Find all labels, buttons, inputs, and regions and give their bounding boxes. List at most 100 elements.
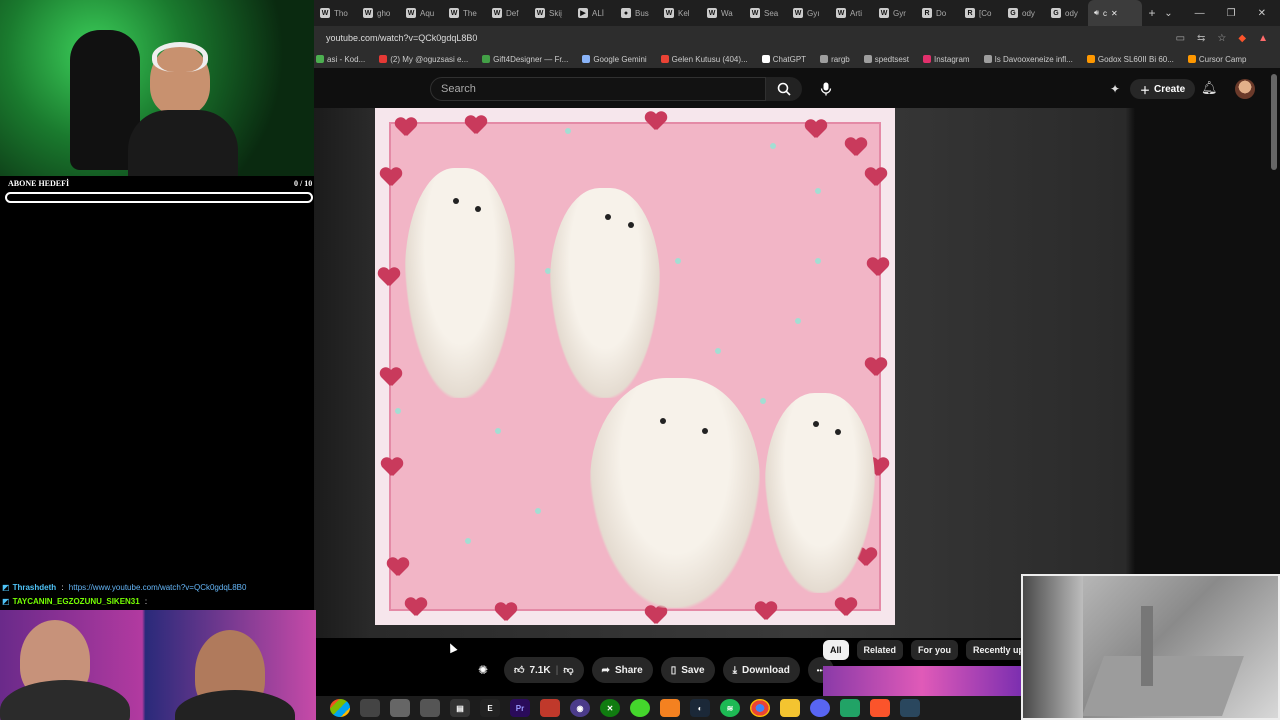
bookmark-icon: ▯ (670, 664, 677, 676)
video-actions: ✺ 👍︎ 7.1K | 👎︎ ➦ Share ▯ Save ⤓ Download ••… (470, 657, 834, 683)
browser-tab[interactable]: W Gyı (787, 0, 830, 26)
spotify-icon[interactable]: ≋ (720, 699, 740, 717)
account-avatar[interactable] (1235, 79, 1255, 99)
browser-tab[interactable]: W Tho (314, 0, 357, 26)
browser-tab-active[interactable]: 🔊︎ c ✕ (1088, 0, 1142, 26)
tab-favicon-icon: W (664, 8, 674, 18)
tab-search-icon[interactable]: ⌄ (1164, 8, 1172, 19)
url-text[interactable]: youtube.com/watch?v=QCk0gdqL8B0 (326, 33, 1176, 43)
browser-tab[interactable]: Gody (1045, 0, 1088, 26)
filter-chip[interactable]: Related (856, 640, 904, 660)
bookmark-item[interactable]: spedtsest (863, 55, 909, 64)
bookmark-item[interactable]: Is Davooxeneize infl... (983, 55, 1073, 64)
bookmark-item[interactable]: rargb (820, 55, 850, 64)
browser-tab[interactable]: Gody (1002, 0, 1045, 26)
tab-favicon-icon: R (922, 8, 932, 18)
create-button[interactable]: ＋ Create (1130, 79, 1196, 99)
calendar-icon[interactable] (360, 699, 380, 717)
clapper-icon[interactable]: ▤ (450, 699, 470, 717)
share-button[interactable]: ➦ Share (591, 657, 653, 683)
browser-tab[interactable]: Wgho (357, 0, 400, 26)
bookmark-item[interactable]: Instagram (923, 55, 970, 64)
restore-icon[interactable]: ❐ (1227, 8, 1236, 19)
close-window-icon[interactable]: ✕ (1258, 8, 1266, 19)
steam-icon[interactable]: ◐ (690, 699, 710, 717)
bookmark-item[interactable]: Cursor Camp (1187, 55, 1246, 64)
download-button[interactable]: ⤓ Download (722, 657, 800, 683)
like-button[interactable]: 👍︎ 7.1K | 👎︎ (504, 657, 584, 683)
chat-text[interactable]: https://www.youtube.com/watch?v=QCk0gdqL… (69, 583, 247, 592)
bookmark-item[interactable]: ChatGPT (761, 55, 806, 64)
star-icon[interactable]: ☆ (1217, 33, 1226, 44)
bookmark-item[interactable]: Gift4Designer — Fr... (482, 55, 568, 64)
cloud-icon[interactable] (660, 699, 680, 717)
filter-chip[interactable]: For you (911, 640, 959, 660)
keyboard-icon[interactable] (420, 699, 440, 717)
epic-games-icon[interactable]: E (480, 699, 500, 717)
like-count: 7.1K (529, 664, 551, 676)
subscriber-goal-count: 0 / 10 (294, 179, 313, 188)
bookmark-item[interactable]: Godox SL60II Bi 60... (1086, 54, 1174, 64)
razer-icon[interactable] (630, 699, 650, 717)
search-button[interactable] (766, 77, 802, 101)
new-tab-button[interactable]: + (1142, 6, 1162, 20)
files-icon[interactable] (390, 699, 410, 717)
browser-tab[interactable]: R Do (916, 0, 959, 26)
browser-tab[interactable]: W Kel (658, 0, 701, 26)
heart-icon (835, 598, 857, 618)
cast-icon[interactable]: ✦ (1110, 82, 1120, 96)
folder-icon[interactable] (780, 699, 800, 717)
bookmark-item[interactable]: (2) My @oguzsasi e... (379, 55, 468, 64)
tab-title: Skiį (549, 8, 562, 18)
thumbs-down-icon[interactable]: 👎︎ (563, 664, 573, 676)
tab-title: Sea (764, 8, 779, 18)
windows-start-icon[interactable] (330, 699, 350, 717)
browser-tab[interactable]: W The (443, 0, 486, 26)
screen-icon[interactable]: ▭ (1176, 33, 1185, 44)
spreadsheet-icon[interactable] (840, 699, 860, 717)
browser-tab[interactable]: W Gyr (873, 0, 916, 26)
brave-browser-icon[interactable] (870, 699, 890, 717)
notifications-bell-icon[interactable]: 🔔︎ (1201, 80, 1218, 96)
media-encoder-icon[interactable] (540, 699, 560, 717)
suggested-video-thumbnail[interactable] (823, 666, 1021, 696)
filter-chip[interactable]: All (823, 640, 849, 660)
dancing-cat (765, 393, 875, 593)
ai-sparkle-button[interactable]: ✺ (470, 657, 496, 683)
browser-tab[interactable]: ● Bus (615, 0, 658, 26)
browser-tab[interactable]: W Skiį (529, 0, 572, 26)
bookmark-label: Godox SL60II Bi 60... (1097, 54, 1174, 64)
bookmark-item[interactable]: asi - Kod... (316, 55, 365, 64)
bookmark-item[interactable]: Gelen Kutusu (404)... (660, 55, 748, 64)
browser-tab[interactable]: W Wa (701, 0, 744, 26)
save-button[interactable]: ▯ Save (660, 657, 715, 683)
chat-separator: : (59, 582, 66, 592)
obs-icon[interactable]: ◉ (570, 699, 590, 717)
brave-shield-icon[interactable]: ◆ (1238, 33, 1246, 44)
premiere-icon[interactable]: Pr (510, 699, 530, 717)
minimize-icon[interactable]: — (1195, 8, 1205, 19)
chrome-icon[interactable] (750, 699, 770, 717)
bookmark-item[interactable]: Google Gemini (582, 55, 647, 64)
page-scrollbar[interactable] (1271, 74, 1277, 170)
discord-icon[interactable] (810, 699, 830, 717)
browser-tab[interactable]: W Sea (744, 0, 787, 26)
create-label: Create (1154, 83, 1186, 95)
steam-app-icon[interactable] (900, 699, 920, 717)
address-bar[interactable]: youtube.com/watch?v=QCk0gdqL8B0 ▭ ⇆ ☆ ◆ … (314, 26, 1280, 50)
voice-search-button[interactable] (814, 78, 838, 100)
printer-camera-feed (1021, 574, 1280, 720)
browser-tab[interactable]: W Arti (830, 0, 873, 26)
xbox-icon[interactable]: ✕ (600, 699, 620, 717)
close-tab-icon[interactable]: ✕ (1111, 9, 1118, 18)
browser-tab[interactable]: W Def (486, 0, 529, 26)
translate-icon[interactable]: ⇆ (1197, 33, 1205, 44)
rewards-icon[interactable]: ▲ (1258, 33, 1268, 44)
browser-tab[interactable]: R [Co (959, 0, 1002, 26)
tab-title: [Co (979, 8, 992, 18)
video-player[interactable] (375, 108, 895, 625)
search-input[interactable]: Search (430, 77, 766, 101)
save-label: Save (681, 664, 705, 676)
browser-tab[interactable]: ▶ ALİ (572, 0, 615, 26)
browser-tab[interactable]: W Aqu (400, 0, 443, 26)
